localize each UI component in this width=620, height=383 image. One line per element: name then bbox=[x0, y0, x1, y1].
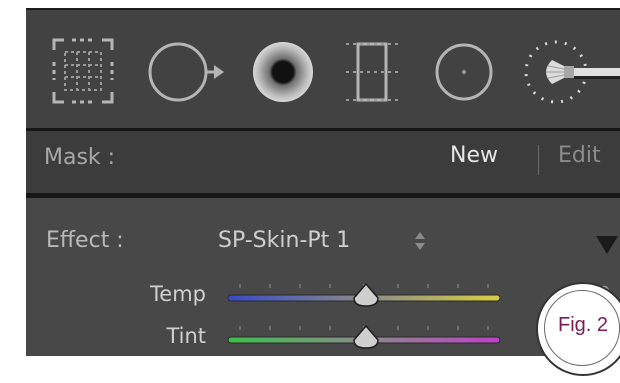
collapse-triangle-icon[interactable] bbox=[596, 236, 618, 254]
radial-filter-icon[interactable] bbox=[432, 32, 496, 110]
up-down-arrows-icon[interactable] bbox=[414, 230, 426, 252]
temp-label: Temp bbox=[150, 282, 206, 306]
effect-section: Effect : SP-Skin-Pt 1 Temp Tint bbox=[26, 198, 620, 356]
mask-edit-button[interactable]: Edit bbox=[558, 143, 601, 168]
figure-badge-text: Fig. 2 bbox=[557, 314, 609, 336]
tint-label: Tint bbox=[166, 324, 206, 348]
mask-label: Mask : bbox=[44, 145, 116, 170]
adjustment-brush-icon[interactable] bbox=[518, 32, 620, 110]
red-eye-icon[interactable] bbox=[246, 32, 320, 110]
tool-strip bbox=[26, 8, 620, 130]
temp-slider[interactable] bbox=[226, 278, 506, 308]
spot-removal-icon[interactable] bbox=[144, 32, 226, 110]
develop-local-adjustments-panel: Mask : New Edit Effect : SP-Skin-Pt 1 Te… bbox=[26, 8, 620, 356]
tint-slider[interactable] bbox=[226, 320, 506, 350]
mask-row: Mask : New Edit bbox=[26, 131, 620, 193]
mask-new-button[interactable]: New bbox=[450, 143, 498, 168]
figure-badge: Fig. 2 bbox=[538, 284, 620, 374]
mask-separator bbox=[538, 145, 539, 175]
graduated-filter-icon[interactable] bbox=[342, 32, 402, 110]
effect-preset-select[interactable]: SP-Skin-Pt 1 bbox=[218, 228, 350, 253]
effect-label: Effect : bbox=[46, 228, 124, 253]
crop-overlay-icon[interactable] bbox=[48, 32, 118, 110]
